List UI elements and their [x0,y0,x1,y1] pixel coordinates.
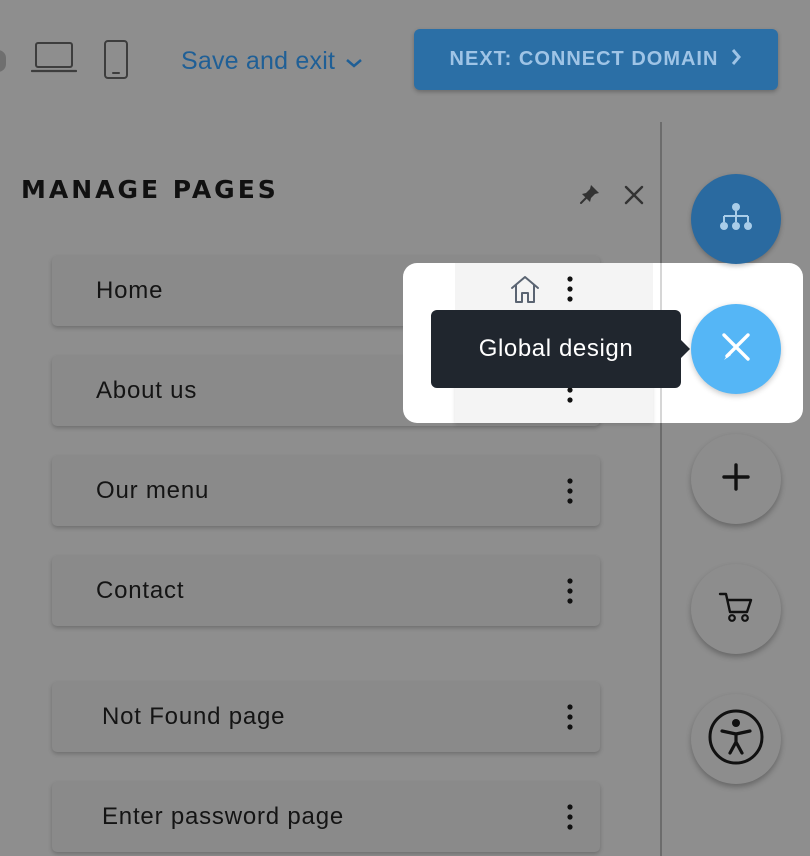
page-label: Contact [96,577,185,604]
global-design-button[interactable] [691,304,781,394]
next-connect-domain-button[interactable]: NEXT: CONNECT DOMAIN [414,29,778,90]
tooltip-arrow [681,340,690,358]
home-icon [509,274,541,309]
close-icon[interactable] [623,184,645,211]
chevron-down-icon [345,47,363,76]
chevron-right-icon [730,48,742,72]
partial-toolbar-control [0,50,6,72]
page-item-our-menu[interactable]: Our menu [52,456,600,526]
page-label: Enter password page [102,803,345,830]
plus-icon [720,461,752,498]
add-button[interactable] [691,434,781,524]
pin-icon[interactable] [578,182,602,211]
sidebar-divider [660,122,662,856]
panel-title: MANAGE PAGES [21,175,279,204]
page-item-not-found[interactable]: Not Found page [52,682,600,752]
sitemap-button[interactable] [691,174,781,264]
vertical-dots-icon[interactable] [562,578,578,609]
vertical-dots-icon[interactable] [562,478,578,509]
store-button[interactable] [691,564,781,654]
mobile-phone-icon[interactable] [103,40,129,80]
save-and-exit-label: Save and exit [181,46,336,75]
next-button-label: NEXT: CONNECT DOMAIN [449,48,719,70]
page-label: Not Found page [102,703,286,730]
sitemap-icon [717,202,755,237]
vertical-dots-icon[interactable] [562,804,578,835]
page-label: Our menu [96,477,210,504]
laptop-icon[interactable] [31,40,77,76]
vertical-dots-icon[interactable] [562,704,578,735]
save-and-exit-dropdown[interactable]: Save and exit [181,44,363,78]
page-item-contact[interactable]: Contact [52,556,600,626]
global-design-tooltip: Global design [431,310,681,388]
page-item-enter-password[interactable]: Enter password page [52,782,600,852]
accessibility-button[interactable] [691,694,781,784]
page-label: Home [96,277,164,304]
page-label: About us [96,377,198,404]
design-tools-icon [718,329,754,370]
accessibility-icon [707,708,765,771]
vertical-dots-icon[interactable] [562,276,578,307]
cart-icon [718,590,754,629]
